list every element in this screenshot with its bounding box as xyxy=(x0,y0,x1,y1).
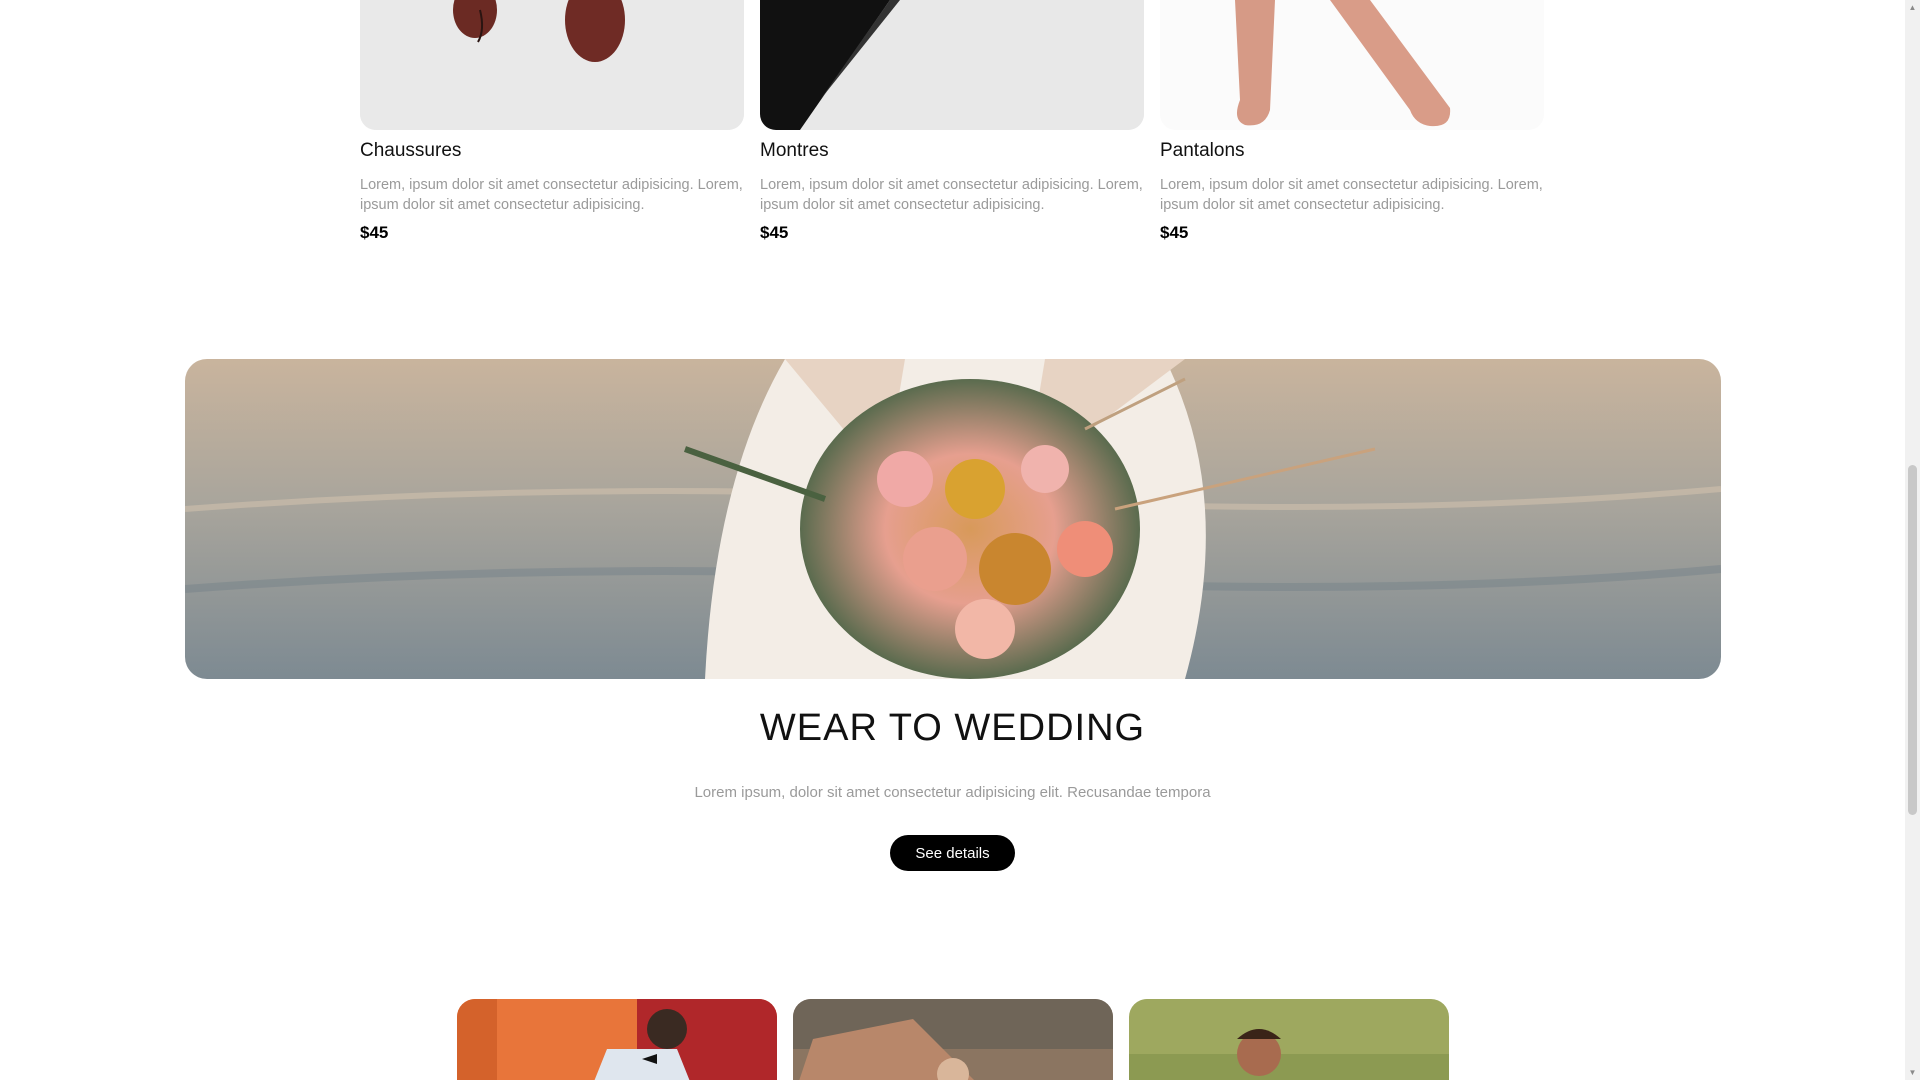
product-name[interactable]: Chaussures xyxy=(360,140,461,162)
product-description: Lorem, ipsum dolor sit amet consectetur … xyxy=(760,177,1143,213)
product-price: $45 xyxy=(1160,223,1189,242)
scrollbar-thumb[interactable] xyxy=(1908,465,1917,815)
product-image-shoes[interactable] xyxy=(360,0,744,130)
gallery-image-woman[interactable] xyxy=(793,999,1113,1080)
product-card[interactable]: Pantalons Lorem, ipsum dolor sit amet co… xyxy=(1160,0,1544,242)
product-name[interactable]: Pantalons xyxy=(1160,140,1245,162)
page: Chaussures Lorem, ipsum dolor sit amet c… xyxy=(0,0,1920,1080)
product-card[interactable]: Chaussures Lorem, ipsum dolor sit amet c… xyxy=(360,0,744,242)
product-card[interactable]: Montres Lorem, ipsum dolor sit amet cons… xyxy=(760,0,1144,242)
gallery-image-man[interactable] xyxy=(457,999,777,1080)
section-description: Lorem ipsum, dolor sit amet consectetur … xyxy=(694,784,1211,801)
product-price: $45 xyxy=(760,223,789,242)
product-grid: Chaussures Lorem, ipsum dolor sit amet c… xyxy=(360,0,1544,260)
product-price: $45 xyxy=(360,223,389,242)
product-description: Lorem, ipsum dolor sit amet consectetur … xyxy=(1160,177,1543,213)
section-title: WEAR TO WEDDING xyxy=(759,707,1146,749)
product-description: Lorem, ipsum dolor sit amet consectetur … xyxy=(360,177,743,213)
gallery-image-boy[interactable] xyxy=(1129,999,1449,1080)
product-image-watch[interactable] xyxy=(760,0,1144,130)
wedding-banner-image xyxy=(185,359,1721,679)
product-name[interactable]: Montres xyxy=(760,140,829,162)
gallery-row xyxy=(457,999,1449,1080)
product-image-pants[interactable] xyxy=(1160,0,1544,130)
chevron-down-icon[interactable]: ▼ xyxy=(1905,1065,1920,1080)
chevron-up-icon[interactable]: ▲ xyxy=(1905,0,1920,15)
scrollbar[interactable]: ▲ ▼ xyxy=(1905,0,1920,1080)
see-details-button[interactable]: See details xyxy=(890,835,1015,871)
